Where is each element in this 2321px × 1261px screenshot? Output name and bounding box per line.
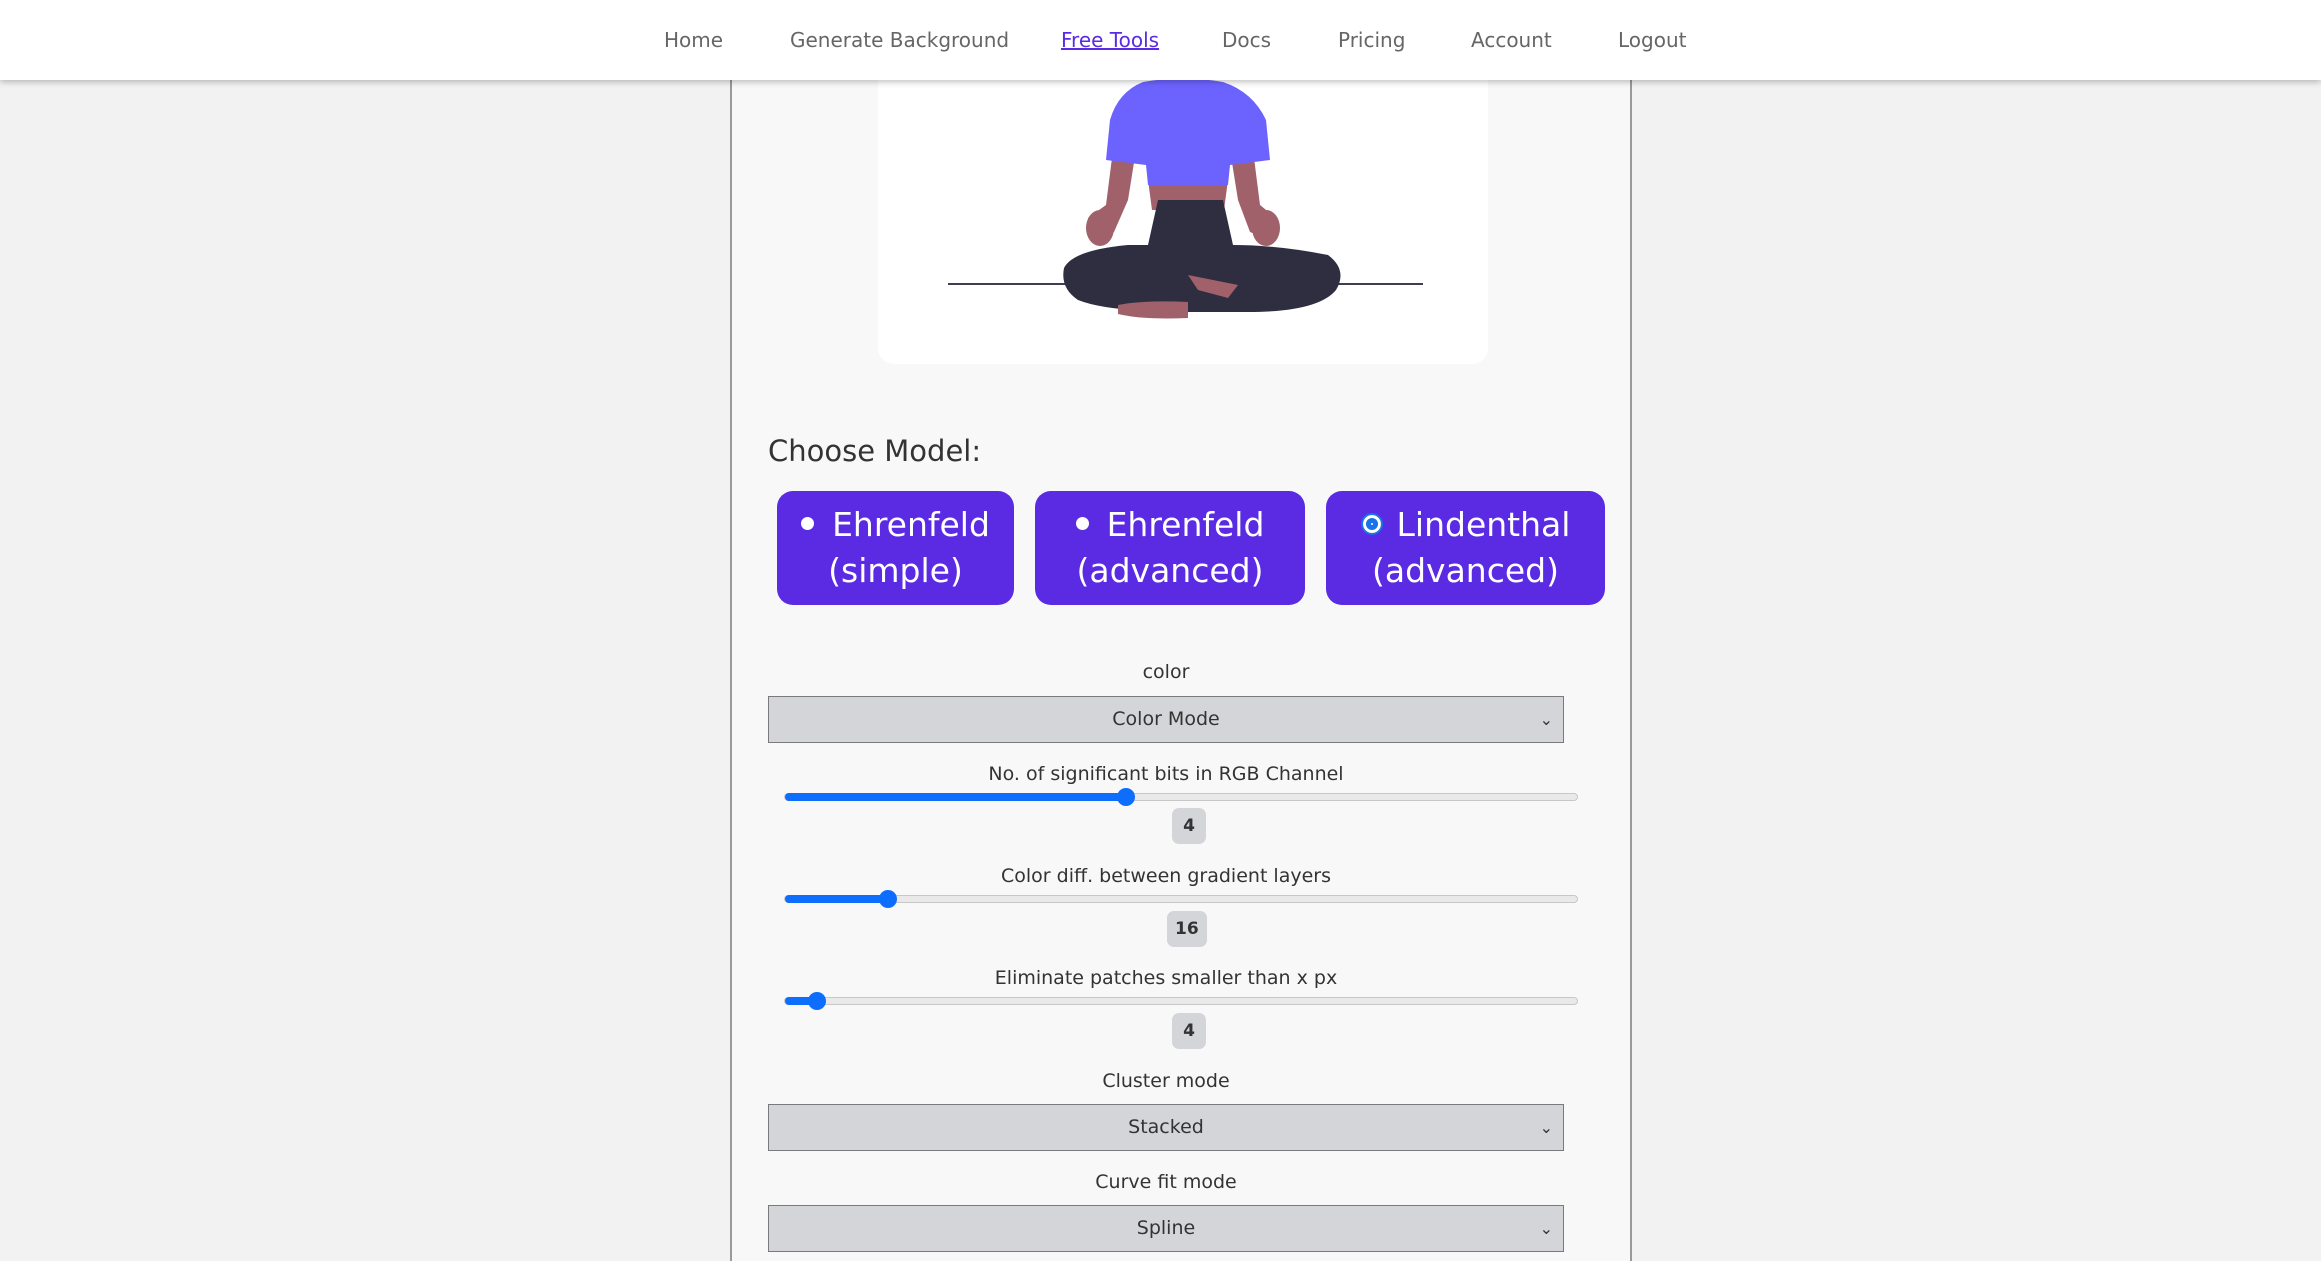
radio-icon[interactable]: [801, 517, 815, 530]
color-label: color: [1142, 661, 1190, 683]
patches-label: Eliminate patches smaller than x px: [994, 967, 1338, 989]
model-option-lindenthal-advanced[interactable]: Lindenthal (advanced): [1326, 491, 1605, 605]
nav-docs-link[interactable]: Docs: [1222, 28, 1271, 52]
bits-value-badge: 4: [1172, 808, 1206, 844]
color-diff-slider-fill: [785, 895, 888, 903]
model-option-sublabel: (advanced): [1372, 551, 1559, 590]
chevron-down-icon: ⌄: [1539, 1219, 1553, 1238]
color-mode-select[interactable]: Color Mode ⌄: [768, 696, 1564, 743]
color-diff-label: Color diff. between gradient layers: [1001, 865, 1331, 887]
chevron-down-icon: ⌄: [1539, 710, 1553, 729]
nav-home-link[interactable]: Home: [664, 28, 723, 52]
curve-fit-mode-value: Spline: [1136, 1217, 1196, 1239]
color-diff-slider-thumb[interactable]: [878, 890, 897, 908]
model-option-label: Ehrenfeld: [1106, 505, 1265, 544]
nav-pricing-link[interactable]: Pricing: [1338, 28, 1405, 52]
model-option-ehrenfeld-advanced[interactable]: Ehrenfeld (advanced): [1035, 491, 1305, 605]
bits-slider[interactable]: [784, 788, 1578, 806]
top-navigation: Home Generate Background Free Tools Docs…: [0, 0, 2321, 80]
choose-model-title: Choose Model:: [768, 434, 982, 468]
model-option-sublabel: (advanced): [1076, 551, 1264, 590]
nav-free-tools-link[interactable]: Free Tools: [1061, 28, 1159, 52]
cluster-mode-select[interactable]: Stacked ⌄: [768, 1104, 1564, 1151]
cluster-mode-value: Stacked: [1128, 1116, 1204, 1138]
curve-fit-mode-label: Curve fit mode: [1095, 1171, 1237, 1193]
bits-slider-thumb[interactable]: [1116, 788, 1135, 806]
patches-slider[interactable]: [784, 992, 1578, 1010]
model-option-label: Lindenthal: [1396, 505, 1571, 544]
nav-logout-link[interactable]: Logout: [1618, 28, 1686, 52]
cluster-mode-label: Cluster mode: [1102, 1070, 1230, 1092]
bits-slider-fill: [785, 793, 1126, 801]
nav-account-link[interactable]: Account: [1471, 28, 1552, 52]
model-option-label: Ehrenfeld: [832, 505, 990, 544]
curve-fit-mode-select[interactable]: Spline ⌄: [768, 1205, 1564, 1252]
nav-generate-background-link[interactable]: Generate Background: [790, 28, 1009, 52]
color-diff-slider[interactable]: [784, 890, 1578, 908]
bits-label: No. of significant bits in RGB Channel: [988, 763, 1344, 785]
radio-icon[interactable]: [1075, 517, 1089, 530]
radio-selected-icon[interactable]: [1360, 512, 1383, 535]
main-panel: Choose Model: Ehrenfeld (simple) Ehrenfe…: [730, 0, 1632, 1261]
patches-value-badge: 4: [1172, 1013, 1206, 1049]
model-option-ehrenfeld-simple[interactable]: Ehrenfeld (simple): [777, 491, 1014, 605]
chevron-down-icon: ⌄: [1539, 1118, 1553, 1137]
model-option-sublabel: (simple): [828, 551, 963, 590]
patches-slider-thumb[interactable]: [807, 992, 826, 1010]
color-diff-value-badge: 16: [1167, 911, 1207, 947]
color-mode-value: Color Mode: [1112, 708, 1220, 730]
